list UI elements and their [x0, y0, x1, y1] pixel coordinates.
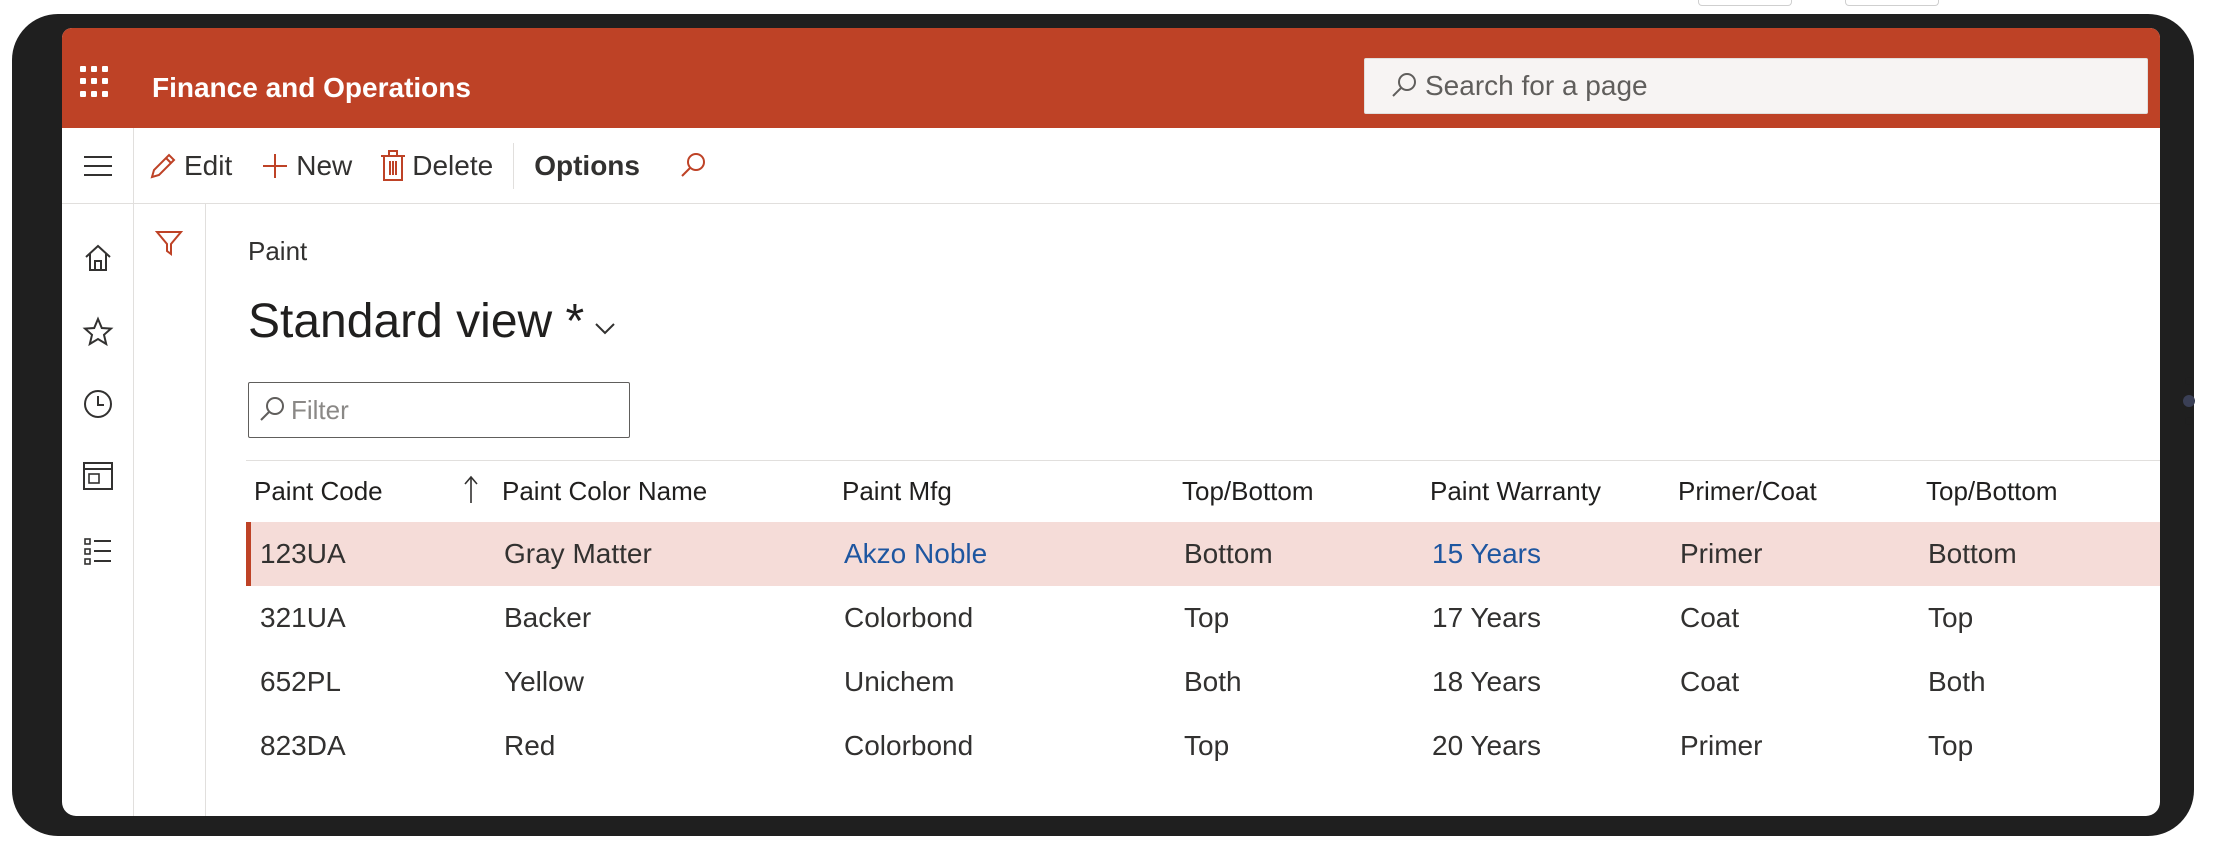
home-icon-glyph [85, 244, 111, 271]
page-search-input[interactable]: Search for a page [1364, 58, 2148, 114]
cell-paint-code: 321UA [260, 602, 346, 633]
chevron-down-icon [595, 322, 615, 334]
search-icon [1392, 73, 1416, 97]
cell-paint-color-name: Backer [504, 602, 592, 633]
cell-paint-warranty-link[interactable]: 15 Years [1432, 522, 1541, 586]
grid-header-row: Paint Code Paint Color Name Paint Mfg To… [246, 460, 2160, 522]
column-header-primer-coat[interactable]: Primer/Coat [1678, 461, 1817, 522]
search-icon [681, 152, 705, 177]
recent-clock-icon[interactable] [80, 386, 116, 422]
device-button [1698, 0, 1792, 6]
view-selector[interactable]: Standard view * [248, 294, 616, 349]
cell-paint-code: 652PL [260, 666, 341, 697]
cell-top-bottom: Top [1184, 602, 1230, 633]
column-header-top-bottom[interactable]: Top/Bottom [1182, 461, 1314, 522]
search-placeholder: Search for a page [1425, 70, 1648, 101]
filter-placeholder: Filter [291, 394, 349, 425]
action-pane: Edit New Delete Options [62, 127, 2160, 204]
cell-primer-coat: Primer [1680, 730, 1763, 761]
toolbar-search-button[interactable] [664, 128, 728, 204]
new-button[interactable]: New [246, 128, 366, 204]
clock-icon [84, 390, 112, 418]
device-side-sensors [2182, 372, 2196, 472]
cell-paint-mfg: Unichem [844, 666, 955, 697]
home-icon[interactable] [80, 240, 116, 276]
options-tab[interactable]: Options [520, 128, 664, 204]
left-navigation-pane [62, 204, 134, 816]
app-launcher-icon[interactable] [80, 66, 112, 98]
cell-paint-warranty: 17 Years [1432, 602, 1541, 633]
cell-paint-mfg: Colorbond [844, 730, 974, 761]
column-header-paint-mfg[interactable]: Paint Mfg [842, 461, 952, 522]
cell-primer-coat: Coat [1680, 602, 1740, 633]
filter-funnel-icon[interactable] [154, 228, 184, 263]
column-header-paint-color-name[interactable]: Paint Color Name [502, 461, 707, 522]
app-screen: Finance and Operations Search for a page… [62, 28, 2160, 816]
sensor-dot [2185, 417, 2193, 425]
app-title[interactable]: Finance and Operations [152, 72, 471, 104]
cell-paint-color-name: Yellow [504, 666, 584, 697]
view-title: Standard view * [248, 295, 585, 348]
toolbar-divider [513, 142, 515, 189]
new-label: New [296, 149, 353, 181]
modules-list-icon[interactable] [80, 534, 116, 570]
table-row[interactable]: 123UA Gray Matter Akzo Noble Bottom 15 Y… [246, 522, 2160, 586]
column-header-top-bottom-2[interactable]: Top/Bottom [1926, 461, 2058, 522]
sensor-dot [2185, 377, 2193, 385]
edit-button[interactable]: Edit [134, 128, 246, 204]
pencil-icon [150, 153, 176, 178]
trash-icon [381, 149, 406, 181]
device-button [1845, 0, 1939, 6]
table-row[interactable]: 321UA Backer Colorbond Top 17 Years Coat… [246, 586, 2160, 650]
cell-top-bottom: Both [1184, 666, 1242, 697]
top-navigation-bar: Finance and Operations Search for a page [62, 28, 2160, 128]
hamburger-icon [83, 155, 112, 176]
cell-top-bottom-2: Top [1928, 730, 1974, 761]
page-breadcrumb: Paint [248, 236, 308, 266]
delete-label: Delete [412, 149, 494, 181]
delete-button[interactable]: Delete [366, 128, 507, 204]
table-row[interactable]: 652PL Yellow Unichem Both 18 Years Coat … [246, 650, 2160, 714]
search-icon [260, 397, 284, 421]
plus-icon [263, 153, 288, 178]
cell-primer-coat: Coat [1680, 666, 1740, 697]
favorites-star-icon[interactable] [80, 314, 116, 350]
grid-filter-input[interactable]: Filter [248, 382, 630, 438]
cell-paint-warranty: 20 Years [1432, 730, 1541, 761]
table-row[interactable]: 823DA Red Colorbond Top 20 Years Primer … [246, 714, 2160, 778]
cell-paint-code: 823DA [260, 730, 346, 761]
sort-ascending-icon[interactable] [464, 475, 478, 505]
paint-grid: Paint Code Paint Color Name Paint Mfg To… [246, 460, 2160, 778]
filter-pane [134, 204, 206, 816]
workspace-icon [83, 462, 113, 490]
cell-paint-code: 123UA [260, 538, 346, 569]
cell-top-bottom-2: Top [1928, 602, 1974, 633]
main-content: Paint Standard view * Filter Paint Code … [206, 204, 2160, 816]
workspaces-icon[interactable] [80, 458, 116, 494]
cell-primer-coat: Primer [1680, 538, 1763, 569]
hamburger-menu-icon[interactable] [62, 127, 134, 204]
cell-top-bottom-2: Both [1928, 666, 1986, 697]
cell-paint-color-name: Red [504, 730, 556, 761]
funnel-icon [154, 231, 184, 256]
cell-paint-mfg: Colorbond [844, 602, 974, 633]
cell-top-bottom: Bottom [1184, 538, 1273, 569]
cell-paint-mfg-link[interactable]: Akzo Noble [844, 522, 987, 586]
list-icon [84, 538, 111, 565]
camera-dot [2183, 395, 2195, 407]
edit-label: Edit [184, 149, 233, 181]
column-header-paint-code[interactable]: Paint Code [254, 461, 383, 522]
cell-top-bottom: Top [1184, 730, 1230, 761]
star-icon [82, 316, 114, 347]
column-header-paint-warranty[interactable]: Paint Warranty [1430, 461, 1601, 522]
cell-paint-color-name: Gray Matter [504, 538, 652, 569]
cell-paint-warranty: 18 Years [1432, 666, 1541, 697]
cell-top-bottom-2: Bottom [1928, 538, 2017, 569]
